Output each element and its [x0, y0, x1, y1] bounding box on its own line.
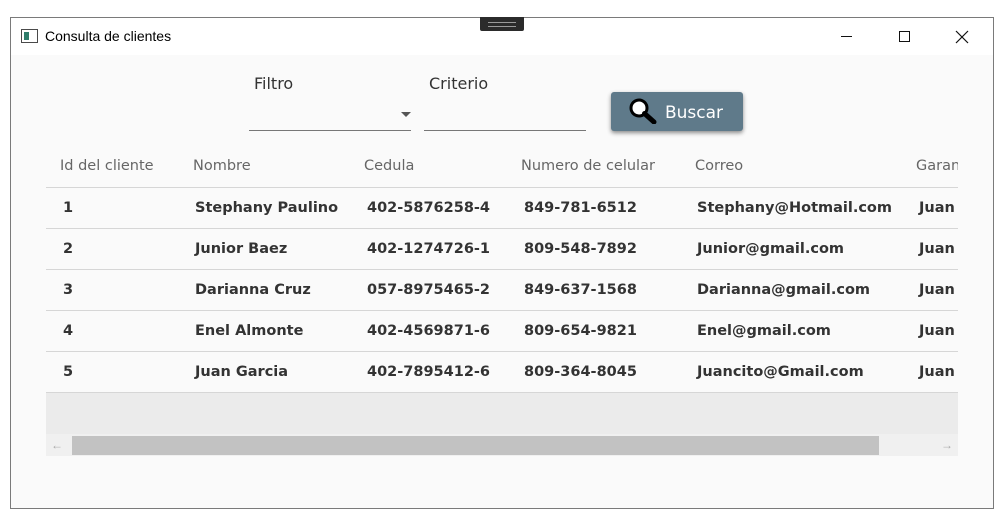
cell-garante: Juan	[919, 241, 955, 257]
cell-cedula: 402-4569871-6	[367, 323, 491, 339]
horizontal-scrollbar[interactable]: ← →	[46, 434, 958, 456]
scrollbar-thumb[interactable]	[72, 436, 879, 455]
cell-garante: Juan	[919, 282, 955, 298]
filtro-select[interactable]	[249, 100, 411, 131]
cell-nombre: Stephany Paulino	[195, 200, 339, 216]
cell-correo: Darianna@gmail.com	[697, 282, 871, 298]
column-header-garante[interactable]: Garan	[916, 145, 958, 187]
drag-handle[interactable]	[480, 17, 524, 31]
table-empty-area	[46, 393, 958, 435]
maximize-icon	[898, 31, 910, 42]
cell-garante: Juan	[919, 200, 955, 216]
maximize-button[interactable]	[875, 18, 933, 55]
cell-cedula: 402-7895412-6	[367, 364, 491, 380]
close-button[interactable]	[933, 18, 991, 55]
filtro-label: Filtro	[254, 74, 294, 93]
minimize-icon	[840, 36, 852, 37]
minimize-button[interactable]	[817, 18, 875, 55]
cell-cedula: 402-1274726-1	[367, 241, 491, 257]
criterio-input[interactable]	[424, 100, 586, 131]
column-header-cedula[interactable]: Cedula	[364, 145, 414, 187]
cell-cedula: 402-5876258-4	[367, 200, 491, 216]
scroll-left-icon[interactable]: ←	[46, 434, 68, 456]
cell-garante: Juan	[919, 323, 955, 339]
cell-nombre: Juan Garcia	[195, 364, 289, 380]
cell-celular: 849-781-6512	[524, 200, 637, 216]
cell-cedula: 057-8975465-2	[367, 282, 491, 298]
table-row[interactable]: 2 Junior Baez 402-1274726-1 809-548-7892…	[46, 229, 958, 270]
app-window-icon	[21, 29, 38, 43]
cell-celular: 809-364-8045	[524, 364, 637, 380]
table-row[interactable]: 1 Stephany Paulino 402-5876258-4 849-781…	[46, 188, 958, 229]
cell-celular: 849-637-1568	[524, 282, 637, 298]
cell-correo: Junior@gmail.com	[697, 241, 845, 257]
window-title: Consulta de clientes	[45, 28, 172, 44]
search-button-label: Buscar	[665, 103, 724, 123]
cell-id: 5	[63, 364, 74, 380]
close-icon	[955, 30, 969, 43]
search-button[interactable]: Buscar	[611, 92, 743, 131]
scroll-right-icon[interactable]: →	[936, 434, 958, 456]
column-header-celular[interactable]: Numero de celular	[521, 145, 655, 187]
cell-celular: 809-548-7892	[524, 241, 637, 257]
cell-celular: 809-654-9821	[524, 323, 637, 339]
clients-table[interactable]: Id del cliente Nombre Cedula Numero de c…	[46, 145, 958, 455]
cell-nombre: Junior Baez	[195, 241, 288, 257]
table-row[interactable]: 4 Enel Almonte 402-4569871-6 809-654-982…	[46, 311, 958, 352]
table-header: Id del cliente Nombre Cedula Numero de c…	[46, 145, 958, 188]
cell-correo: Stephany@Hotmail.com	[697, 200, 893, 216]
column-header-correo[interactable]: Correo	[695, 145, 743, 187]
cell-correo: Enel@gmail.com	[697, 323, 831, 339]
cell-id: 3	[63, 282, 74, 298]
table-row[interactable]: 3 Darianna Cruz 057-8975465-2 849-637-15…	[46, 270, 958, 311]
cell-id: 2	[63, 241, 74, 257]
title-bar[interactable]: Consulta de clientes	[11, 17, 993, 55]
cell-nombre: Enel Almonte	[195, 323, 304, 339]
cell-id: 1	[63, 200, 74, 216]
cell-nombre: Darianna Cruz	[195, 282, 311, 298]
column-header-id[interactable]: Id del cliente	[60, 145, 154, 187]
column-header-nombre[interactable]: Nombre	[193, 145, 251, 187]
cell-id: 4	[63, 323, 74, 339]
criterio-label: Criterio	[429, 74, 489, 93]
cell-garante: Juan	[919, 364, 955, 380]
magnifier-icon	[629, 98, 657, 124]
chevron-down-icon	[401, 112, 411, 117]
cell-correo: Juancito@Gmail.com	[697, 364, 864, 380]
table-row[interactable]: 5 Juan Garcia 402-7895412-6 809-364-8045…	[46, 352, 958, 393]
